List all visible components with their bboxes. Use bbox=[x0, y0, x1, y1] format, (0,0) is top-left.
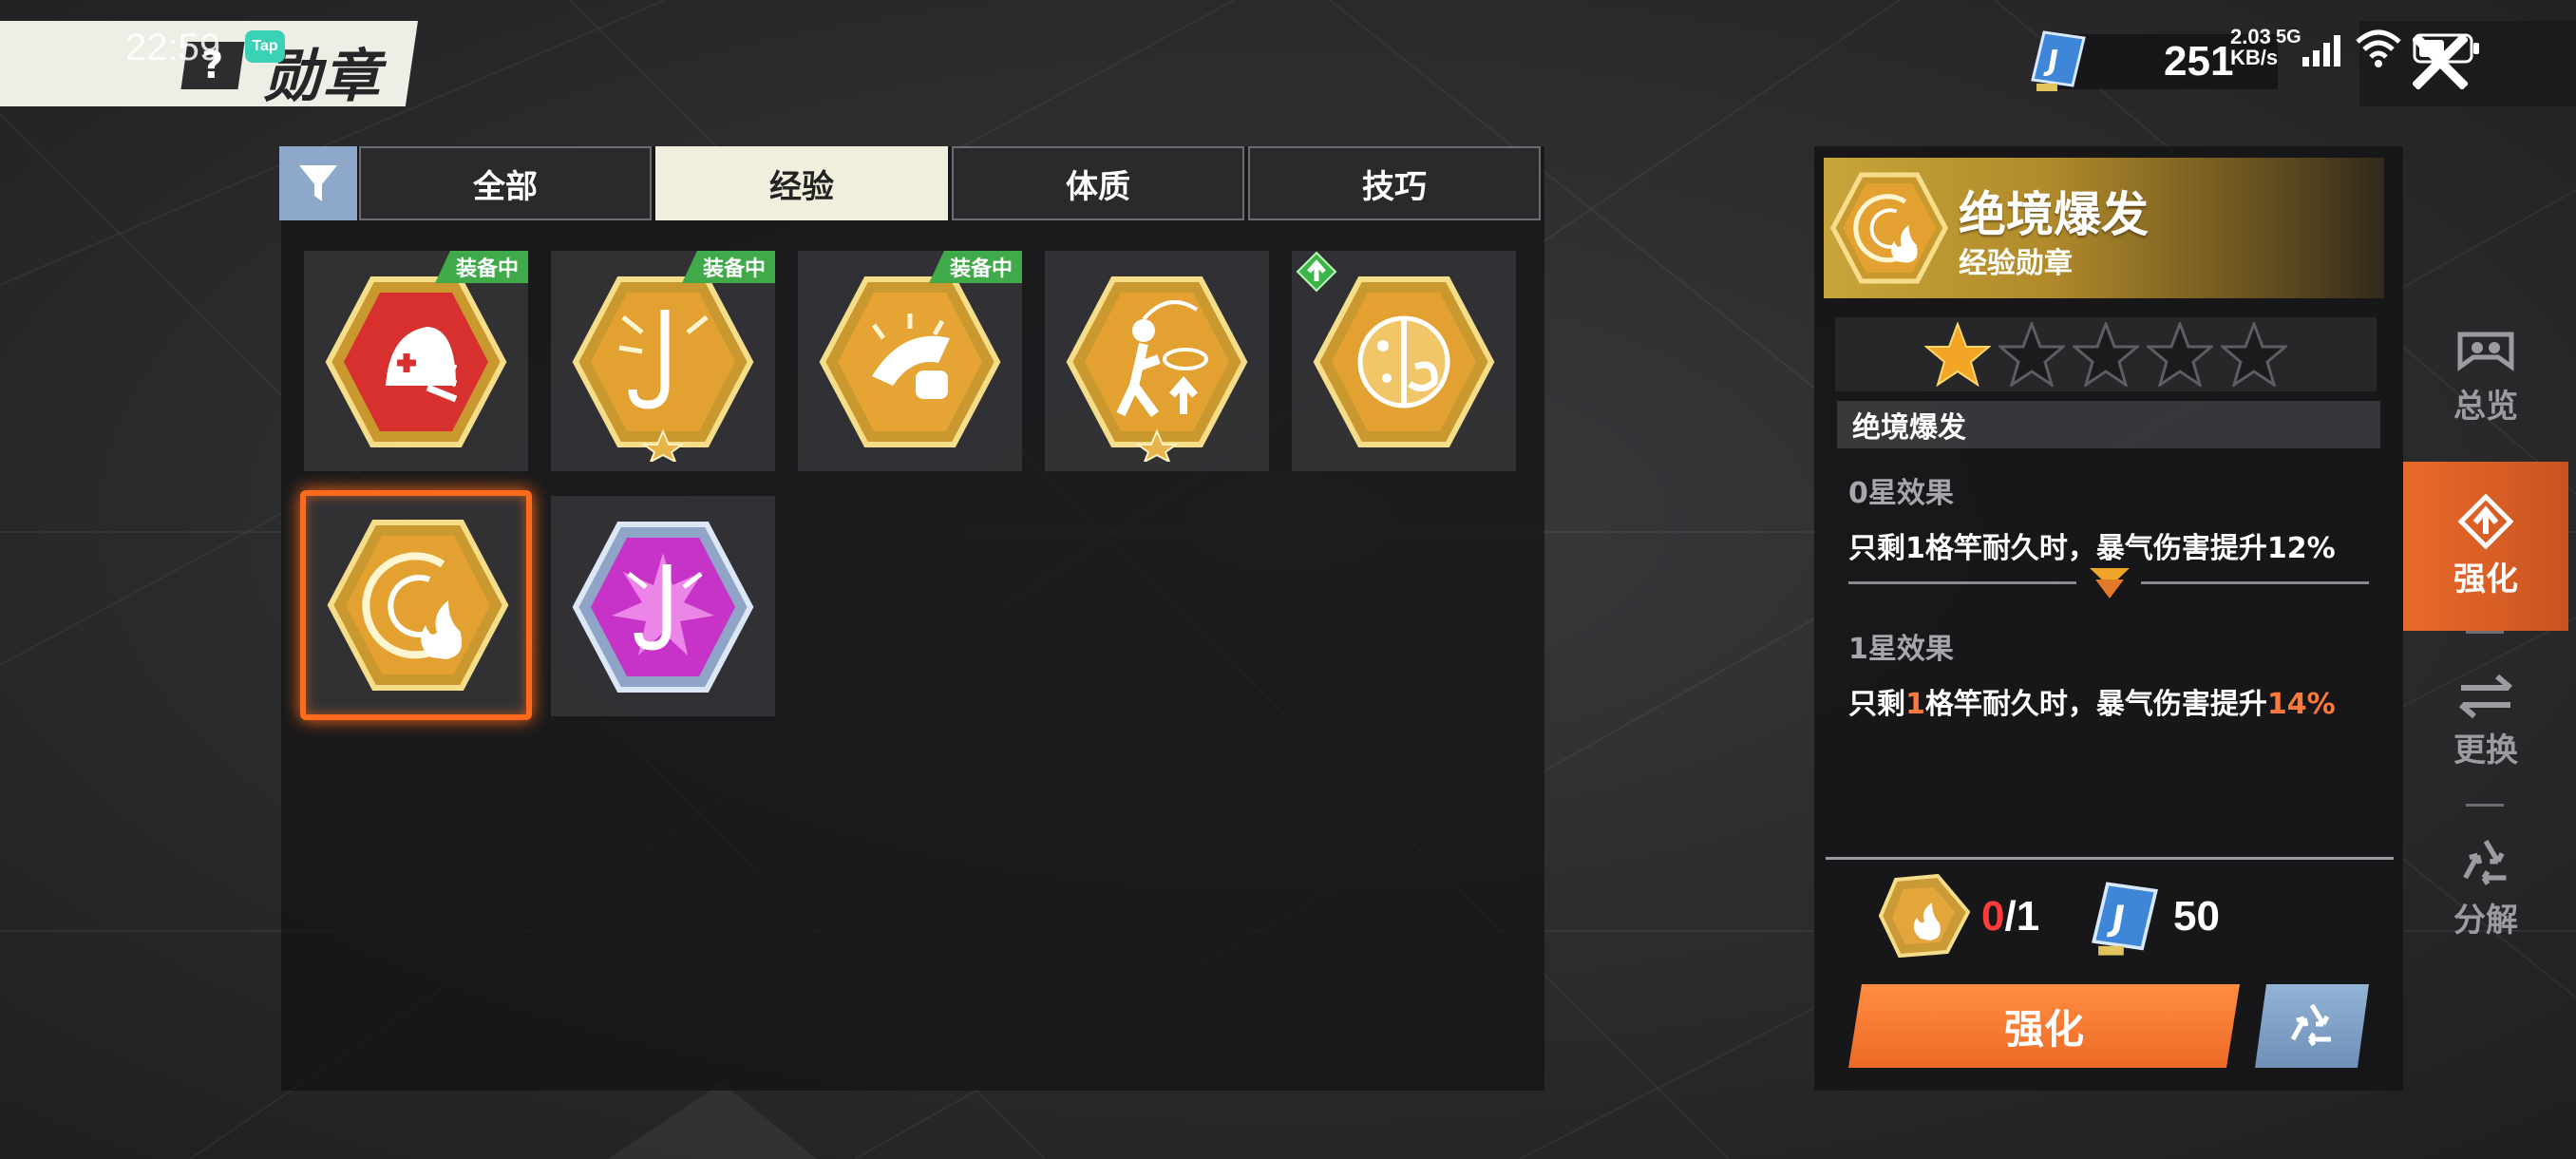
net-speed: 2.03 KB/s bbox=[2230, 25, 2279, 69]
filter-icon bbox=[299, 165, 337, 201]
star-empty-icon bbox=[2147, 322, 2213, 387]
filter-button[interactable] bbox=[279, 146, 357, 220]
signal-icon bbox=[2302, 35, 2340, 66]
tab-all[interactable]: 全部 bbox=[359, 146, 652, 220]
gold-flame-medal-icon bbox=[327, 520, 509, 691]
medal-name: 绝境爆发 bbox=[1959, 187, 2149, 242]
side-nav-separator bbox=[2466, 804, 2504, 807]
recycle-icon bbox=[2285, 1001, 2339, 1051]
divider bbox=[1826, 857, 2394, 860]
blue-j-card-icon: J bbox=[2092, 882, 2158, 956]
recycle-icon bbox=[2463, 839, 2507, 885]
medal-slot-7[interactable] bbox=[551, 496, 775, 716]
side-nav-upgrade[interactable]: 强化 bbox=[2403, 462, 2568, 631]
close-icon[interactable] bbox=[2413, 34, 2468, 89]
effect-title: 绝境爆发 bbox=[1837, 401, 2380, 448]
currency-value: 251 bbox=[2164, 38, 2234, 85]
star1-effect: 只剩1格竿耐久时，暴气伤害提升14% bbox=[1848, 688, 2336, 721]
gold-lure-medal-icon bbox=[1313, 276, 1495, 447]
tab-technique[interactable]: 技巧 bbox=[1248, 146, 1541, 220]
status-time: 22:59 bbox=[125, 27, 221, 68]
medal-slot-4[interactable] bbox=[1045, 251, 1269, 471]
side-nav-separator bbox=[2466, 631, 2504, 634]
chevron-down-icon bbox=[2090, 568, 2130, 598]
star0-effect: 只剩1格竿耐久时，暴气伤害提升12% bbox=[1848, 532, 2336, 565]
side-nav-swap[interactable]: 更换 bbox=[2403, 659, 2568, 783]
star-filled-icon bbox=[1924, 322, 1991, 387]
star-rating bbox=[1835, 317, 2377, 391]
gold-flame-medal-icon bbox=[1829, 172, 1949, 284]
divider bbox=[2141, 581, 2369, 584]
dismantle-button[interactable] bbox=[2255, 984, 2369, 1068]
divider bbox=[1848, 581, 2076, 584]
side-nav-overview[interactable]: 总览 bbox=[2403, 315, 2568, 439]
star-empty-icon bbox=[1998, 322, 2065, 387]
red-shield-medal-icon bbox=[325, 276, 507, 447]
gold-angler-up-medal-icon bbox=[1066, 276, 1248, 462]
medal-slot-5[interactable] bbox=[1292, 251, 1516, 471]
medal-type: 经验勋章 bbox=[1959, 247, 2073, 280]
side-nav-dismantle[interactable]: 分解 bbox=[2403, 826, 2568, 950]
medal-slot-3[interactable]: 装备中 bbox=[798, 251, 1022, 471]
medal-slot-1[interactable]: 装备中 bbox=[304, 251, 528, 471]
purple-hook-medal-icon bbox=[572, 522, 754, 693]
tap-badge: Tap bbox=[245, 30, 285, 63]
medal-slot-2[interactable]: 装备中 bbox=[551, 251, 775, 471]
star-empty-icon bbox=[2221, 322, 2287, 387]
upgrade-arrow-icon bbox=[2458, 493, 2513, 549]
equipped-tag: 装备中 bbox=[928, 251, 1022, 283]
upgrade-button[interactable]: 强化 bbox=[1848, 984, 2240, 1068]
star-empty-icon bbox=[2073, 322, 2139, 387]
material-count: 0/1 bbox=[1981, 893, 2040, 940]
equipped-tag: 装备中 bbox=[681, 251, 775, 283]
gold-medal-fragment-icon bbox=[1878, 874, 1971, 959]
star1-label: 1星效果 bbox=[1848, 633, 1954, 666]
blue-j-card-icon: J bbox=[2031, 30, 2086, 91]
upgrade-available-icon bbox=[1296, 251, 1337, 293]
wifi-icon bbox=[2356, 29, 2401, 67]
equipped-tag: 装备中 bbox=[434, 251, 528, 283]
tab-experience[interactable]: 经验 bbox=[655, 146, 948, 220]
eye-mask-icon bbox=[2457, 332, 2514, 371]
upgrade-cost: 50 bbox=[2173, 893, 2220, 940]
gold-fishhook-medal-icon bbox=[572, 276, 754, 462]
medal-slot-6-selected[interactable] bbox=[300, 490, 532, 720]
net-type: 5G bbox=[2276, 27, 2301, 48]
star0-label: 0星效果 bbox=[1848, 477, 1954, 510]
gold-fish-fist-medal-icon bbox=[819, 276, 1001, 447]
swap-arrows-icon bbox=[2459, 674, 2512, 718]
tab-constitution[interactable]: 体质 bbox=[952, 146, 1244, 220]
